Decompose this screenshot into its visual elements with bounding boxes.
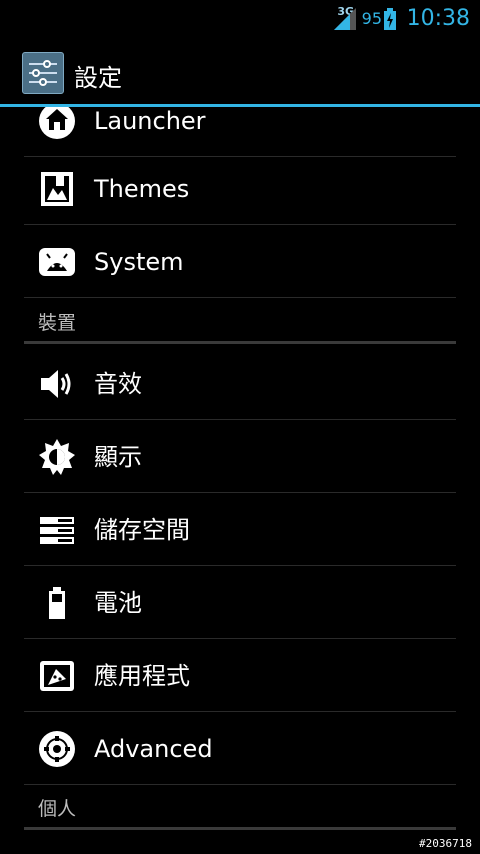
battery-icon (49, 587, 65, 619)
section-header-device: 裝置 (24, 304, 456, 344)
watermark: #2036718 (419, 837, 472, 850)
settings-list[interactable]: Launcher Themes System 裝置 音效 顯示 儲存空間 電池 … (0, 107, 480, 854)
list-item-themes[interactable]: Themes (24, 153, 456, 225)
advanced-gear-icon (39, 731, 75, 767)
storage-icon (40, 517, 74, 544)
list-item-label: 儲存空間 (94, 516, 190, 544)
list-item-label: 音效 (94, 370, 142, 398)
battery-charging-icon (384, 8, 396, 30)
clock: 10:38 (406, 6, 470, 31)
list-item-label: 應用程式 (94, 662, 190, 690)
list-item-launcher[interactable]: Launcher (24, 107, 456, 157)
list-item-battery[interactable]: 電池 (24, 567, 456, 639)
list-item-apps[interactable]: 應用程式 (24, 640, 456, 712)
list-item-sound[interactable]: 音效 (24, 348, 456, 420)
page-title: 設定 (74, 64, 122, 92)
volume-icon (41, 370, 71, 398)
section-header-label: 裝置 (38, 312, 77, 334)
list-item-system[interactable]: System (24, 226, 456, 298)
android-box-icon (39, 248, 75, 276)
section-header-personal: 個人 (24, 790, 456, 830)
brightness-icon (39, 439, 75, 475)
list-item-label: 電池 (94, 589, 142, 617)
list-item-label: Themes (94, 175, 190, 203)
apps-icon (40, 661, 74, 691)
list-item-display[interactable]: 顯示 (24, 421, 456, 493)
battery-percent: 95 (361, 9, 382, 28)
list-item-label: Advanced (94, 735, 213, 763)
list-item-label: 顯示 (94, 443, 142, 471)
signal-strength-icon (334, 8, 356, 30)
action-bar: 設定 (0, 38, 480, 107)
list-item-label: System (94, 248, 184, 276)
status-bar: 3G 95 10:38 (0, 0, 480, 38)
list-item-storage[interactable]: 儲存空間 (24, 494, 456, 566)
list-item-advanced[interactable]: Advanced (24, 713, 456, 785)
themes-icon (41, 172, 73, 206)
settings-sliders-icon[interactable] (22, 52, 64, 94)
list-item-label: Launcher (94, 107, 206, 135)
home-icon (39, 107, 75, 139)
section-header-label: 個人 (38, 798, 77, 820)
